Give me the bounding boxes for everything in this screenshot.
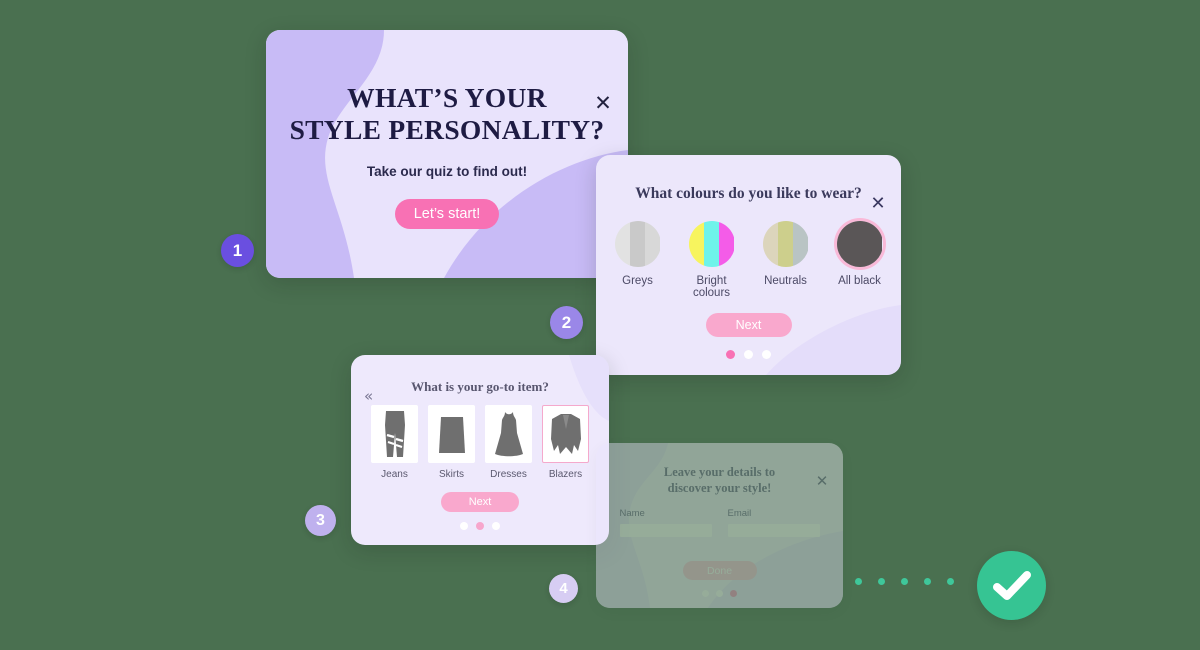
item-label: Jeans [381,469,408,480]
name-field-label: Name [619,508,645,520]
name-field-group: Name [619,508,712,540]
swatch-label: Greys [622,275,653,287]
item-option-blazers[interactable]: Blazers [540,405,591,480]
email-field-group: Email [727,508,820,540]
email-field-label: Email [727,508,752,520]
close-icon[interactable]: ✕ [811,470,833,492]
item-option-skirts[interactable]: Skirts [426,405,477,480]
back-chevron-icon[interactable]: « [364,387,373,405]
next-button[interactable]: Next [705,313,792,337]
item-label: Dresses [490,469,527,480]
step-badge-2: 2 [550,306,583,339]
pagination-dot[interactable] [476,522,484,530]
pagination-dots [351,522,609,530]
jeans-thumbnail[interactable] [371,405,418,463]
subtitle: Take our quiz to find out! [366,164,528,180]
quiz-card-step-2: ✕ What colours do you like to wear? Grey… [596,155,901,375]
lets-start-button[interactable]: Let’s start! [395,199,499,230]
trail-dot [947,578,954,585]
title-line-1: Leave your details to [663,465,776,479]
item-option-jeans[interactable]: Jeans [369,405,420,480]
close-icon[interactable]: ✕ [592,92,614,114]
item-label: Skirts [439,469,464,480]
swatch-bright-colours[interactable] [688,221,735,267]
dress-icon [494,412,523,457]
trail-dot [924,578,931,585]
name-input[interactable] [619,524,712,538]
trail-dot [901,578,908,585]
colour-options: Greys Bright colours Neutrals All black [596,221,901,299]
pagination-dot[interactable] [460,522,468,530]
pagination-dot[interactable] [492,522,500,530]
trail-dot [855,578,862,585]
swatch-neutrals[interactable] [762,221,809,267]
next-button[interactable]: Next [441,492,519,512]
blazer-thumbnail[interactable] [542,405,589,463]
colour-option-neutrals[interactable]: Neutrals [755,221,817,299]
question-title: What is your go-to item? [411,379,549,394]
progress-trail [855,578,954,585]
colour-option-bright-colours[interactable]: Bright colours [681,221,743,299]
title-line-2: STYLE PERSONALITY? [289,114,605,146]
close-icon[interactable]: ✕ [867,193,889,215]
pagination-dots [596,590,843,598]
item-label: Blazers [548,469,583,480]
pagination-dot[interactable] [744,350,753,359]
step-badge-1: 1 [221,234,254,267]
done-button[interactable]: Done [682,561,757,581]
step-badge-3: 3 [305,505,336,536]
form-title: Leave your details to discover your styl… [596,465,843,496]
pagination-dots [596,350,901,359]
item-options: Jeans Skirts Dresses Blazers [351,405,609,480]
pagination-dot[interactable] [702,590,709,598]
screenshot-stage: ✕ WHAT’S YOUR STYLE PERSONALITY? Take ou… [0,0,1200,650]
quiz-card-step-1: ✕ WHAT’S YOUR STYLE PERSONALITY? Take ou… [266,30,628,278]
swatch-greys[interactable] [614,221,661,267]
pagination-dot[interactable] [716,590,723,598]
swatch-label: Bright colours [692,275,731,299]
item-option-dresses[interactable]: Dresses [483,405,534,480]
jeans-icon [384,411,405,457]
pagination-dot[interactable] [730,590,737,598]
swatch-all-black[interactable] [836,221,883,267]
title-line-2: discover your style! [667,480,772,495]
question-title: What colours do you like to wear? [635,185,862,202]
skirt-icon [438,417,465,453]
colour-option-greys[interactable]: Greys [607,221,669,299]
dress-thumbnail[interactable] [485,405,532,463]
colour-option-all-black[interactable]: All black [829,221,891,299]
step-badge-4: 4 [549,574,578,603]
swatch-label: Neutrals [764,275,807,287]
detail-fields: Name Email [596,508,843,540]
quiz-card-step-3: « What is your go-to item? Jeans Skirts … [351,355,609,545]
swatch-label: All black [838,275,881,287]
blazer-icon [550,414,581,454]
title-line-1: WHAT’S YOUR [347,82,547,113]
completion-badge [977,551,1046,620]
skirt-thumbnail[interactable] [428,405,475,463]
pagination-dot[interactable] [762,350,771,359]
pagination-dot[interactable] [726,350,735,359]
page-title: WHAT’S YOUR STYLE PERSONALITY? [266,82,628,146]
email-input[interactable] [727,524,820,538]
check-icon [992,570,1031,600]
trail-dot [878,578,885,585]
quiz-card-step-4: ✕ Leave your details to discover your st… [596,443,843,608]
